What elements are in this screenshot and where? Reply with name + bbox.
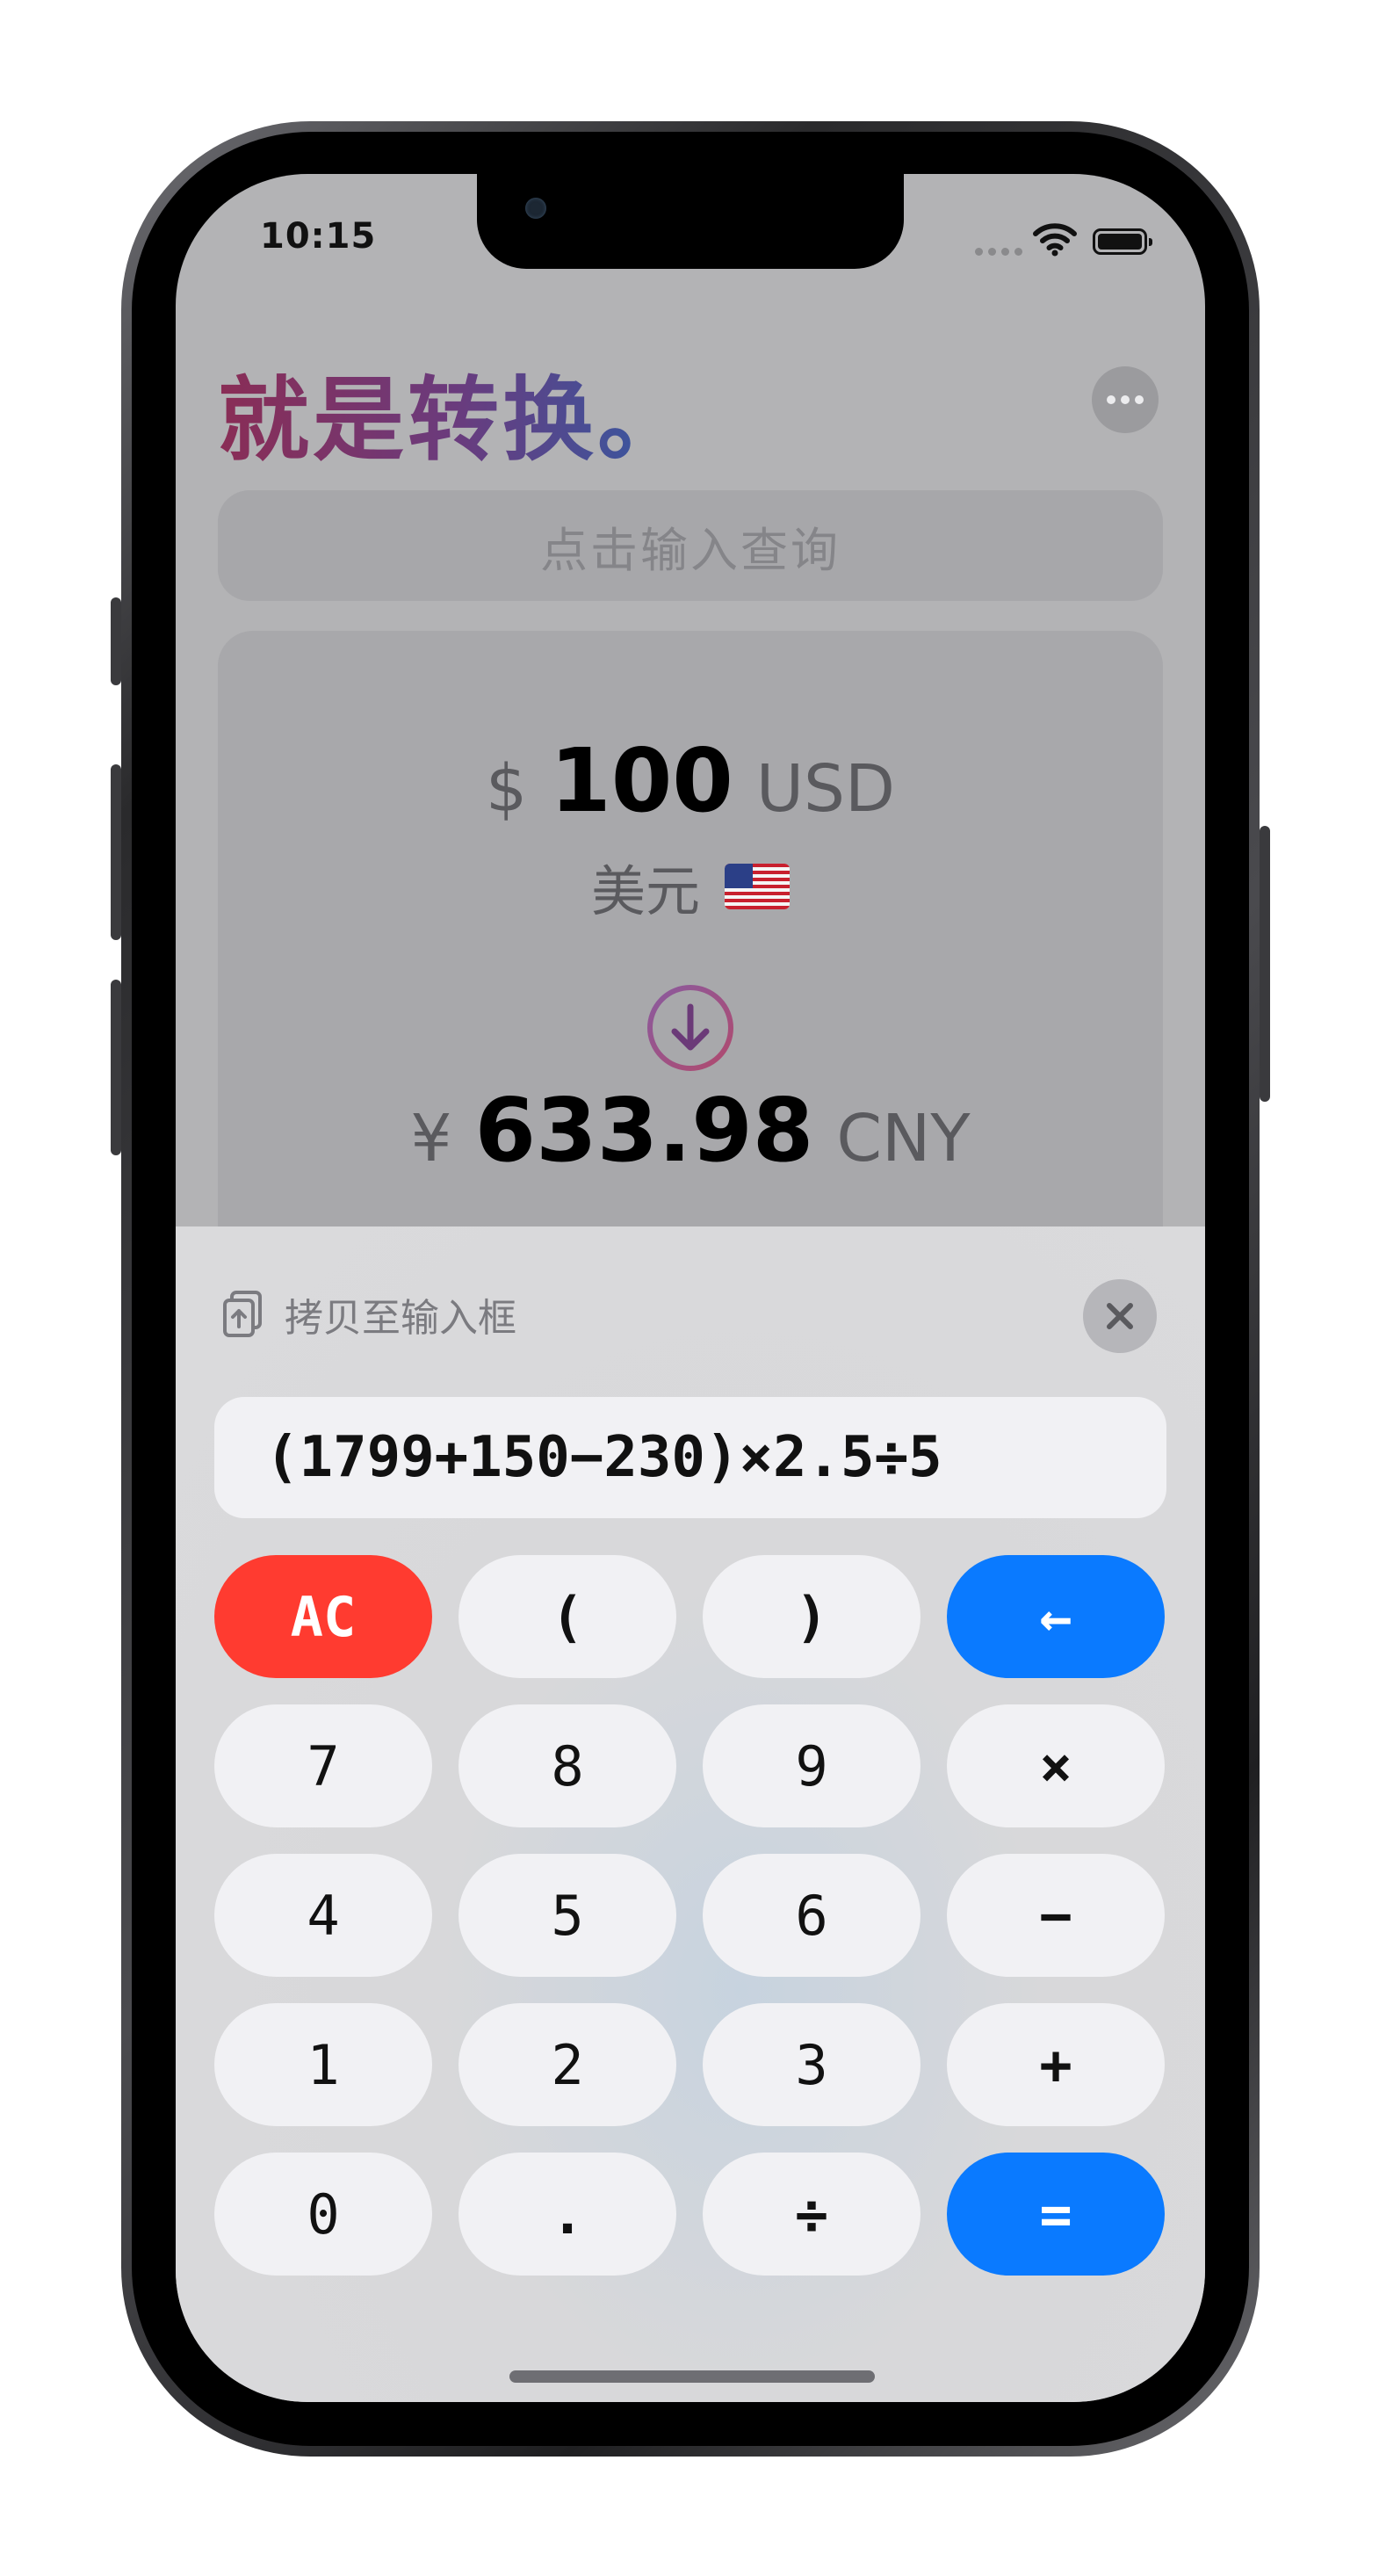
target-amount: 633.98 bbox=[474, 1079, 814, 1182]
more-button[interactable] bbox=[1092, 366, 1159, 433]
key-5[interactable]: 5 bbox=[458, 1854, 676, 1977]
target-currency-symbol: ¥ bbox=[410, 1101, 452, 1176]
phone-screen: 10:15 就是转换。 点击输入查询 $ 100 USD 美元 ¥ 633.98… bbox=[176, 174, 1205, 2402]
source-currency-symbol: $ bbox=[486, 751, 528, 827]
key-divide[interactable]: ÷ bbox=[703, 2153, 921, 2276]
notch bbox=[477, 174, 904, 269]
volume-down-button bbox=[111, 980, 121, 1155]
key-plus[interactable]: + bbox=[947, 2003, 1165, 2126]
battery-icon bbox=[1093, 228, 1152, 255]
close-icon bbox=[1107, 1303, 1133, 1329]
close-button[interactable] bbox=[1083, 1279, 1157, 1353]
source-amount-row: $ 100 USD bbox=[218, 729, 1163, 832]
expression-input[interactable]: (1799+150−230)×2.5÷5 bbox=[214, 1397, 1166, 1518]
key-minus[interactable]: − bbox=[947, 1854, 1165, 1977]
power-button bbox=[1260, 826, 1270, 1102]
key-open-paren[interactable]: ( bbox=[458, 1555, 676, 1678]
us-flag-icon bbox=[725, 864, 790, 909]
key-1[interactable]: 1 bbox=[214, 2003, 432, 2126]
key-7[interactable]: 7 bbox=[214, 1704, 432, 1827]
wifi-icon bbox=[1033, 223, 1077, 257]
volume-up-button bbox=[111, 764, 121, 940]
key-close-paren[interactable]: ) bbox=[703, 1555, 921, 1678]
target-currency-code: CNY bbox=[836, 1101, 971, 1176]
source-currency-name-row: 美元 bbox=[218, 847, 1163, 926]
calculator-sheet: 拷贝至输入框 (1799+150−230)×2.5÷5 AC ( ) ← 7 8… bbox=[176, 1226, 1205, 2402]
action-button bbox=[111, 597, 121, 685]
ellipsis-icon bbox=[1107, 395, 1115, 404]
target-amount-row: ¥ 633.98 CNY bbox=[218, 1079, 1163, 1182]
copy-to-input-button[interactable]: 拷贝至输入框 bbox=[221, 1286, 516, 1342]
front-camera bbox=[525, 198, 546, 219]
key-6[interactable]: 6 bbox=[703, 1854, 921, 1977]
key-equals[interactable]: = bbox=[947, 2153, 1165, 2276]
cellular-signal-icon bbox=[975, 248, 1022, 256]
key-9[interactable]: 9 bbox=[703, 1704, 921, 1827]
copy-to-clipboard-icon bbox=[223, 1291, 262, 1337]
key-3[interactable]: 3 bbox=[703, 2003, 921, 2126]
key-multiply[interactable]: × bbox=[947, 1704, 1165, 1827]
key-all-clear[interactable]: AC bbox=[214, 1555, 432, 1678]
key-2[interactable]: 2 bbox=[458, 2003, 676, 2126]
key-backspace[interactable]: ← bbox=[947, 1555, 1165, 1678]
key-4[interactable]: 4 bbox=[214, 1854, 432, 1977]
status-time: 10:15 bbox=[260, 216, 377, 257]
key-8[interactable]: 8 bbox=[458, 1704, 676, 1827]
app-title: 就是转换。 bbox=[218, 345, 692, 478]
source-amount: 100 bbox=[550, 729, 733, 832]
source-currency-name: 美元 bbox=[590, 859, 700, 923]
source-currency-code: USD bbox=[755, 751, 895, 827]
arrow-down-circle-icon[interactable] bbox=[645, 982, 736, 1074]
home-indicator[interactable] bbox=[509, 2370, 875, 2383]
key-0[interactable]: 0 bbox=[214, 2153, 432, 2276]
key-decimal[interactable]: . bbox=[458, 2153, 676, 2276]
copy-label: 拷贝至输入框 bbox=[285, 1296, 516, 1341]
search-input[interactable]: 点击输入查询 bbox=[218, 490, 1163, 601]
